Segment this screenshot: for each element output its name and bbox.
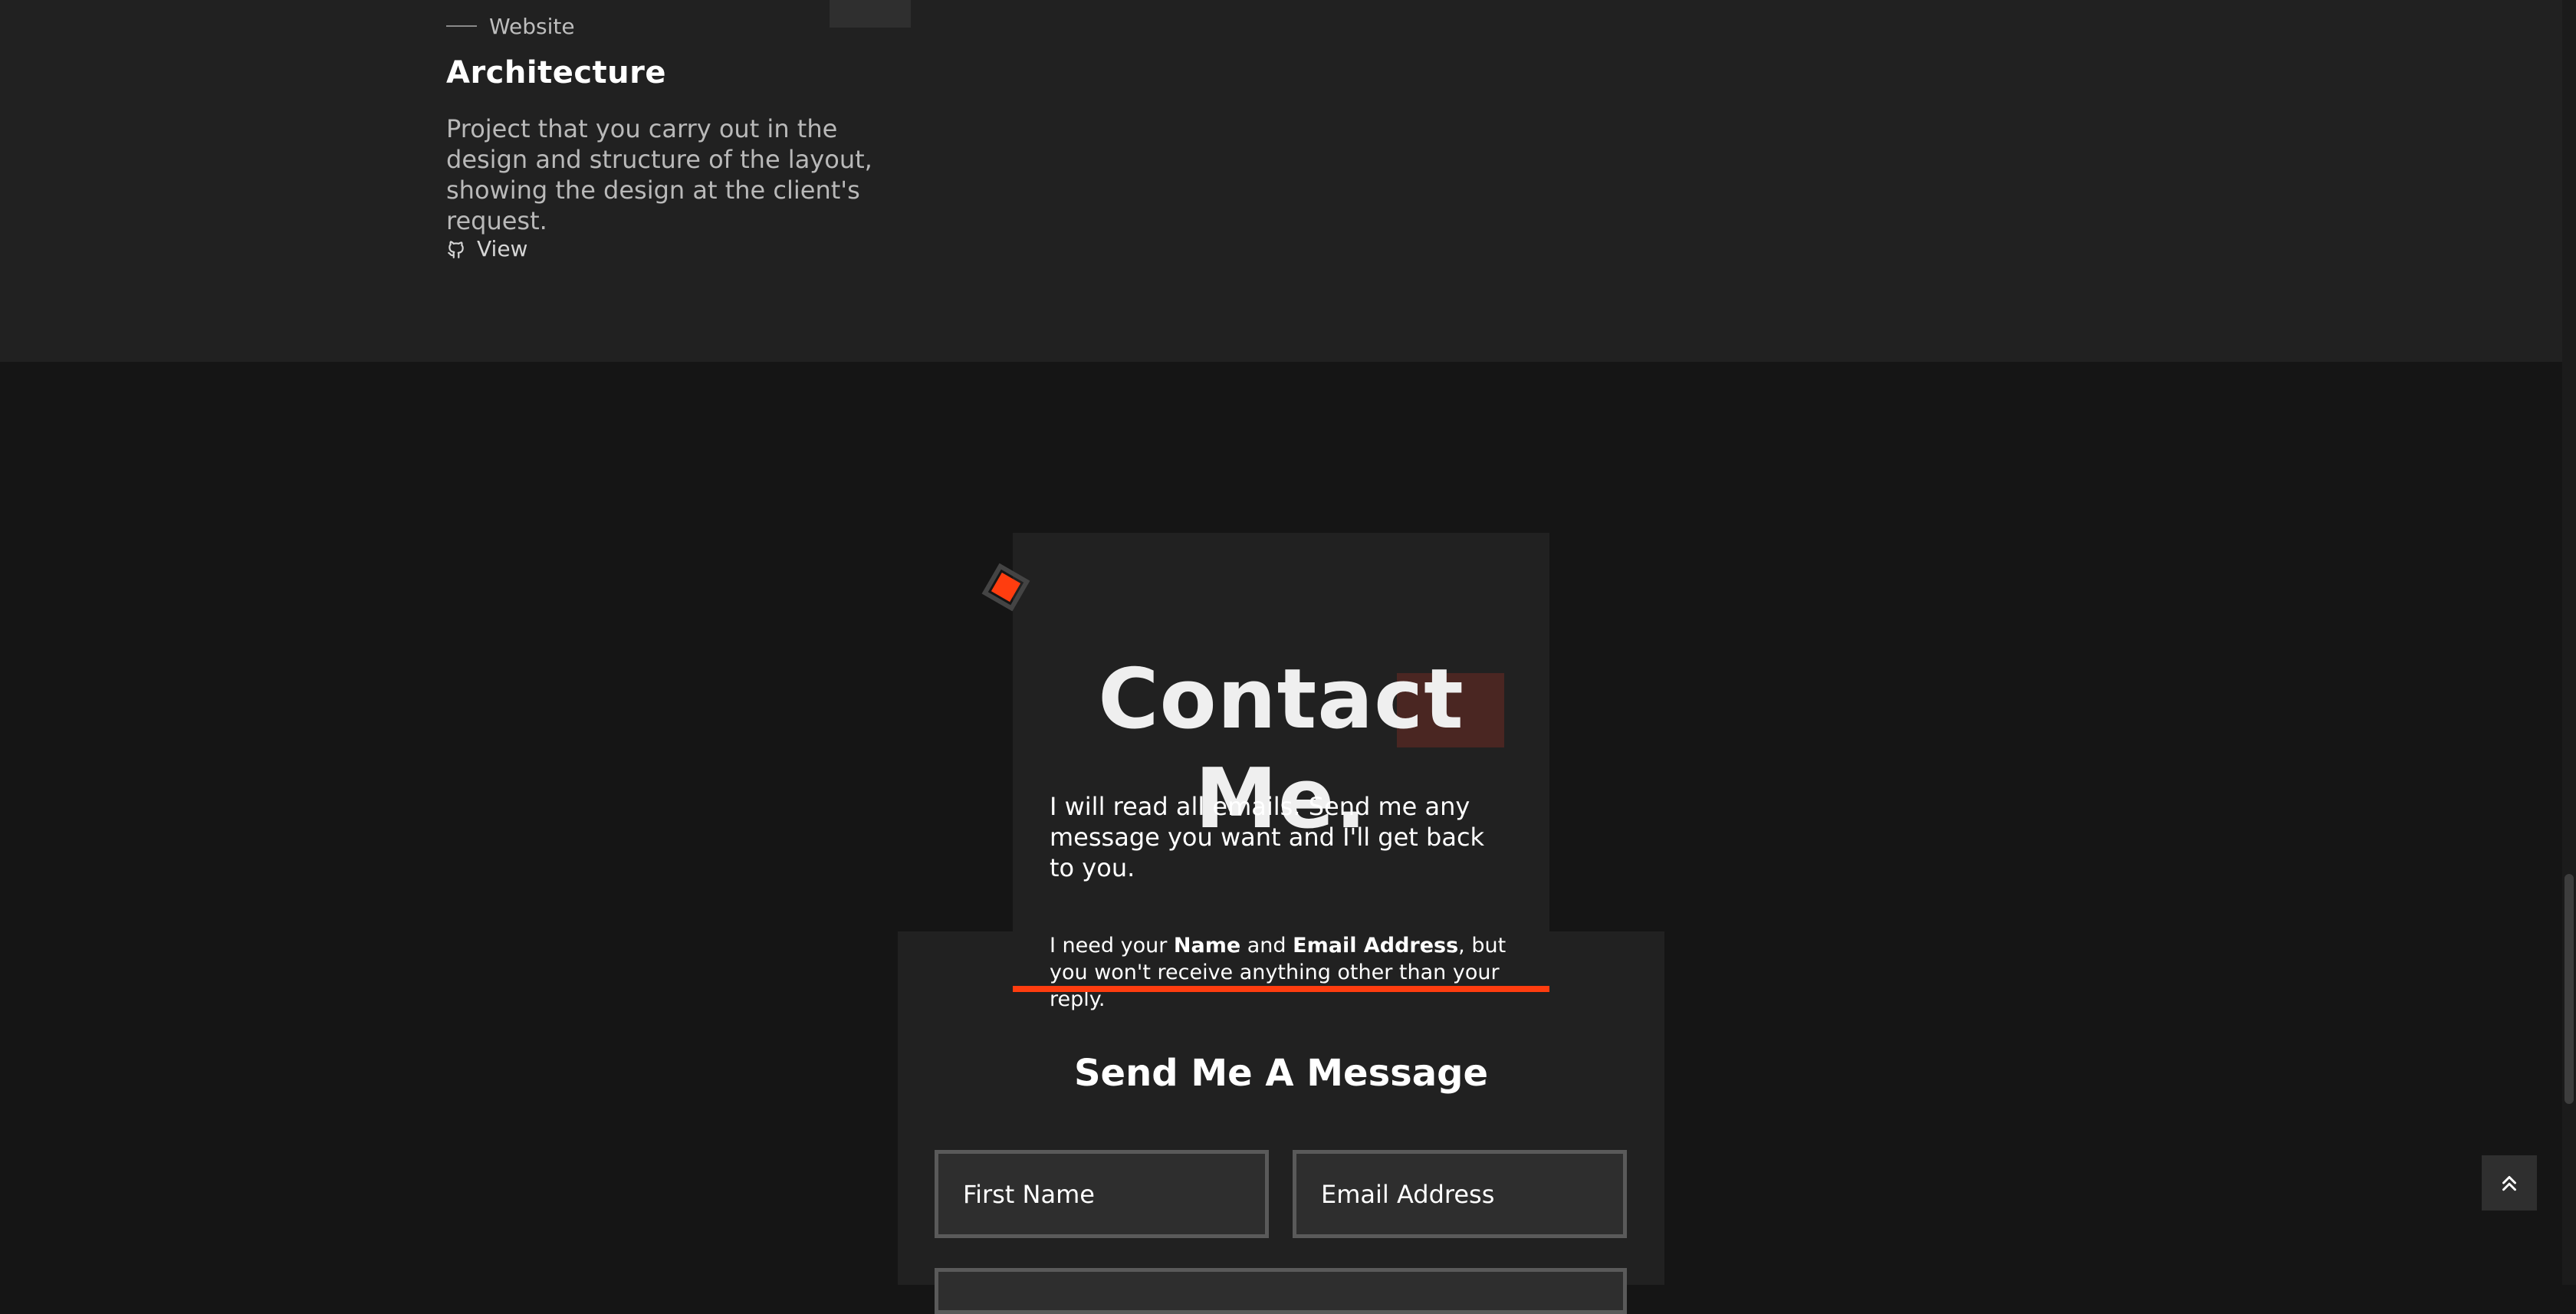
project-thumbnail bbox=[830, 0, 911, 28]
category-label: Website bbox=[489, 13, 575, 39]
scrollbar-thumb[interactable] bbox=[2564, 874, 2574, 1104]
note-name-emphasis: Name bbox=[1173, 934, 1241, 958]
category-divider bbox=[446, 25, 477, 27]
message-textarea[interactable] bbox=[935, 1268, 1627, 1314]
project-description: Project that you carry out in the design… bbox=[446, 114, 872, 235]
note-email-emphasis: Email Address bbox=[1293, 934, 1459, 958]
accent-underline bbox=[1013, 986, 1549, 992]
email-input[interactable] bbox=[1293, 1150, 1627, 1238]
back-to-top-button[interactable] bbox=[2482, 1155, 2537, 1211]
contact-intro: I will read all emails. Send me any mess… bbox=[1050, 792, 1485, 882]
scrollbar-track[interactable] bbox=[2562, 0, 2576, 1285]
note-text: I need your bbox=[1050, 934, 1174, 958]
view-project-link[interactable]: View bbox=[446, 236, 527, 261]
project-category: Website bbox=[446, 11, 575, 41]
projects-section: Website Architecture Project that you ca… bbox=[0, 0, 2562, 362]
first-name-input[interactable] bbox=[935, 1150, 1269, 1238]
contact-note: I need your Name and Email Address, but … bbox=[1050, 932, 1525, 1013]
diamond-icon bbox=[981, 563, 1030, 612]
github-icon bbox=[448, 240, 464, 258]
project-title: Architecture bbox=[446, 55, 666, 90]
form-heading: Send Me A Message bbox=[1073, 1052, 1489, 1095]
double-chevron-up-icon bbox=[2502, 1176, 2516, 1191]
view-label: View bbox=[477, 236, 528, 261]
note-text: and bbox=[1240, 934, 1293, 958]
